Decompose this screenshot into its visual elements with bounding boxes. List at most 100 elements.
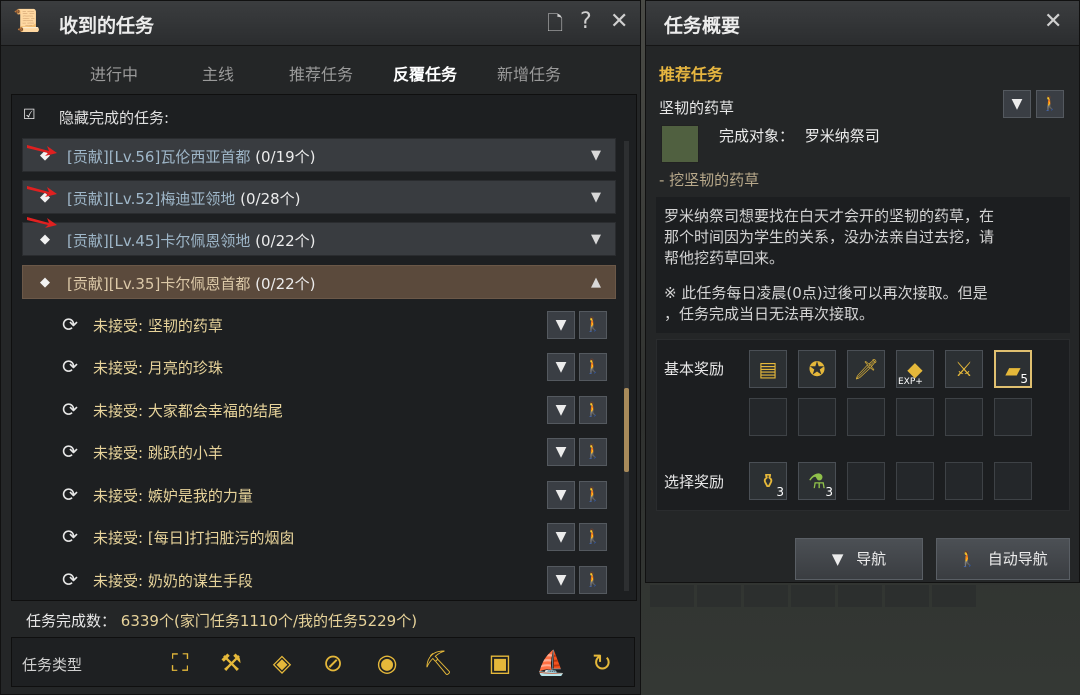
red-arrow-annotation-icon: [27, 145, 57, 156]
navigate-button[interactable]: ▼: [1003, 90, 1031, 118]
book-icon[interactable]: ▰ 5: [994, 350, 1032, 388]
item-count: 5: [1020, 372, 1028, 386]
quest-name: 坚韧的药草: [659, 99, 735, 117]
quest-group-2[interactable]: ◆ [贡献][Lv.52]梅迪亚领地 (0/28个) ▼: [22, 180, 616, 214]
auto-navigate-button[interactable]: 🚶: [579, 523, 607, 551]
tab-recommended[interactable]: 推荐任务: [289, 61, 353, 85]
empty-slot: [798, 398, 836, 436]
pickaxe-icon[interactable]: ⛏: [423, 648, 453, 678]
quest-name: 嫉妒是我的力量: [147, 487, 253, 505]
quest-name: 奶奶的谋生手段: [147, 572, 253, 590]
scrollbar-thumb[interactable]: [624, 388, 629, 472]
auto-navigate-button[interactable]: 🚶: [1036, 90, 1064, 118]
quest-row-7[interactable]: ⟳ 未接受: 奶奶的谋生手段 ▼ 🚶: [22, 560, 616, 600]
auto-navigate-button[interactable]: 🚶: [579, 438, 607, 466]
auto-navigate-button[interactable]: 🚶 自动导航: [936, 538, 1070, 580]
note-line: ，任务完成当日无法再次接取。: [664, 305, 875, 323]
quest-group-3[interactable]: ◆ [贡献][Lv.45]卡尔佩恩领地 (0/22个) ▼: [22, 222, 616, 256]
medal-icon[interactable]: ✪: [798, 350, 836, 388]
quest-row-4[interactable]: ⟳ 未接受: 跳跃的小羊 ▼ 🚶: [22, 432, 616, 472]
group-count: (0/28个): [240, 190, 301, 208]
repeat-icon: ⟳: [62, 399, 78, 421]
expand-arrow-icon[interactable]: ▼: [591, 148, 601, 163]
expand-arrow-icon[interactable]: ▼: [591, 190, 601, 205]
document-icon[interactable]: 🗋: [547, 9, 563, 43]
auto-navigate-button[interactable]: 🚶: [579, 566, 607, 594]
navigate-button[interactable]: ▼: [547, 353, 575, 381]
group-label: [贡献][Lv.52]梅迪亚领地: [67, 190, 236, 208]
quest-row-2[interactable]: ⟳ 未接受: 月亮的珍珠 ▼ 🚶: [22, 347, 616, 387]
dagger-icon[interactable]: 🗡: [847, 350, 885, 388]
crossed-tools-icon[interactable]: ⚒: [216, 648, 246, 678]
navigate-button[interactable]: ▼: [547, 438, 575, 466]
tab-new[interactable]: 新增任务: [497, 61, 561, 85]
diamond-icon: ◆: [40, 275, 50, 290]
red-arrow-annotation-icon: [27, 217, 57, 228]
navigate-button[interactable]: ▼: [547, 396, 575, 424]
hide-completed-checkbox[interactable]: ☑: [23, 107, 37, 123]
navigate-button[interactable]: ▼: [547, 481, 575, 509]
navigate-button[interactable]: ▼: [547, 523, 575, 551]
help-icon[interactable]: ?: [580, 9, 592, 34]
repeat-icon: ⟳: [62, 441, 78, 463]
quest-status: 未接受:: [93, 487, 144, 505]
tab-in-progress[interactable]: 进行中: [90, 61, 138, 85]
cycle-icon[interactable]: ↻: [587, 648, 617, 678]
quest-status: 未接受:: [93, 359, 144, 377]
boat-icon[interactable]: ⛵: [536, 648, 566, 678]
quest-row-3[interactable]: ⟳ 未接受: 大家都会幸福的结尾 ▼ 🚶: [22, 390, 616, 430]
group-label: [贡献][Lv.45]卡尔佩恩领地: [67, 232, 251, 250]
quest-row-1[interactable]: ⟳ 未接受: 坚韧的药草 ▼ 🚶: [22, 305, 616, 345]
diamond-icon: ◆: [40, 232, 50, 247]
quest-status: 未接受:: [93, 529, 144, 547]
potion-bottle-icon[interactable]: ⚱ 3: [749, 462, 787, 500]
tab-main[interactable]: 主线: [202, 61, 234, 85]
expand-arrow-icon[interactable]: ▼: [591, 232, 601, 247]
scroll-icon[interactable]: ▤: [749, 350, 787, 388]
quest-list-scrollbar[interactable]: [624, 141, 629, 591]
quest-row-6[interactable]: ⟳ 未接受: [每日]打扫脏污的烟囱 ▼ 🚶: [22, 517, 616, 557]
background-ui-strip: [650, 585, 976, 607]
close-icon[interactable]: ✕: [1044, 9, 1062, 34]
repeat-icon: ⟳: [62, 526, 78, 548]
rewards-box: 基本奖励 ▤ ✪ 🗡 ◆ EXP+ ⚔ ▰ 5 选择奖励 ⚱ 3 ⚗ 3: [656, 339, 1070, 511]
focus-icon[interactable]: ⛶: [165, 648, 195, 678]
auto-nav-label: 自动导航: [987, 550, 1048, 568]
quest-group-4[interactable]: ◆ [贡献][Lv.35]卡尔佩恩首都 (0/22个) ▲: [22, 265, 616, 299]
quest-group-1[interactable]: ◆ [贡献][Lv.56]瓦伦西亚首都 (0/19个) ▼: [22, 138, 616, 172]
choice-reward-label: 选择奖励: [664, 473, 725, 491]
group-count: (0/22个): [255, 275, 316, 293]
group-count: (0/19个): [255, 148, 316, 166]
repeat-icon: ⟳: [62, 314, 78, 336]
auto-navigate-button[interactable]: 🚶: [579, 396, 607, 424]
rhombus-icon[interactable]: ◈: [267, 648, 297, 678]
description-line: 那个时间因为学生的关系，没办法亲自过去挖，请: [664, 228, 995, 246]
world-icon[interactable]: ◉: [372, 648, 402, 678]
leaf-icon[interactable]: ⊘: [318, 648, 348, 678]
herb-icon: [661, 125, 699, 163]
auto-navigate-button[interactable]: 🚶: [579, 353, 607, 381]
auto-navigate-button[interactable]: 🚶: [579, 311, 607, 339]
golden-sword-icon[interactable]: ⚔: [945, 350, 983, 388]
empty-slot: [896, 462, 934, 500]
auto-navigate-button[interactable]: 🚶: [579, 481, 607, 509]
quest-description: 罗米纳祭司想要找在白天才会开的坚韧的药草，在 那个时间因为学生的关系，没办法亲自…: [656, 197, 1070, 333]
quest-name: 大家都会幸福的结尾: [147, 402, 283, 420]
quest-row-5[interactable]: ⟳ 未接受: 嫉妒是我的力量 ▼ 🚶: [22, 475, 616, 515]
quest-type-bar: 任务类型 ⛶ ⚒ ◈ ⊘ ◉ ⛏ ▣ ⛵ ↻: [11, 637, 635, 687]
navigate-button[interactable]: ▼ 导航: [795, 538, 923, 580]
group-label: [贡献][Lv.35]卡尔佩恩首都: [67, 275, 251, 293]
navigate-button[interactable]: ▼: [547, 311, 575, 339]
collapse-arrow-icon[interactable]: ▲: [591, 275, 601, 290]
close-icon[interactable]: ✕: [610, 9, 628, 34]
exp-gem-icon[interactable]: ◆ EXP+: [896, 350, 934, 388]
group-label: [贡献][Lv.56]瓦伦西亚首都: [67, 148, 251, 166]
quest-type-label: 任务类型: [22, 656, 83, 674]
green-elixir-icon[interactable]: ⚗ 3: [798, 462, 836, 500]
navigate-button[interactable]: ▼: [547, 566, 575, 594]
empty-slot: [847, 398, 885, 436]
note-line: ※ 此任务每日凌晨(0点)过後可以再次接取。但是: [664, 284, 988, 302]
book-icon[interactable]: ▣: [485, 648, 515, 678]
empty-slot: [945, 398, 983, 436]
tab-repeat[interactable]: 反覆任务: [390, 61, 460, 97]
